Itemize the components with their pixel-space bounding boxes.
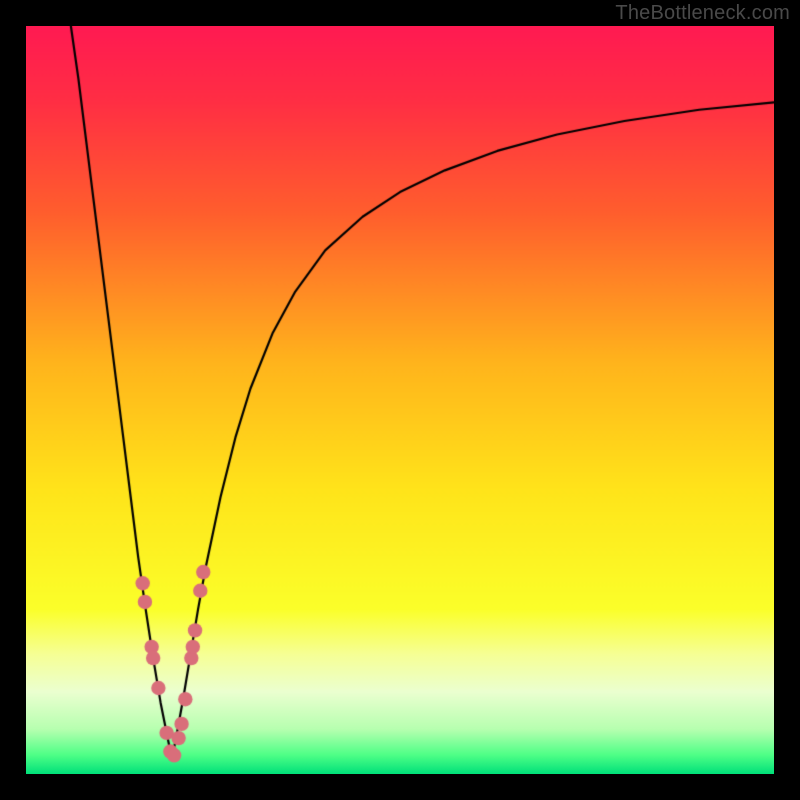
chart-canvas bbox=[26, 26, 774, 774]
chart-frame: TheBottleneck.com bbox=[0, 0, 800, 800]
watermark-text: TheBottleneck.com bbox=[615, 2, 790, 25]
plot-area bbox=[26, 26, 774, 774]
